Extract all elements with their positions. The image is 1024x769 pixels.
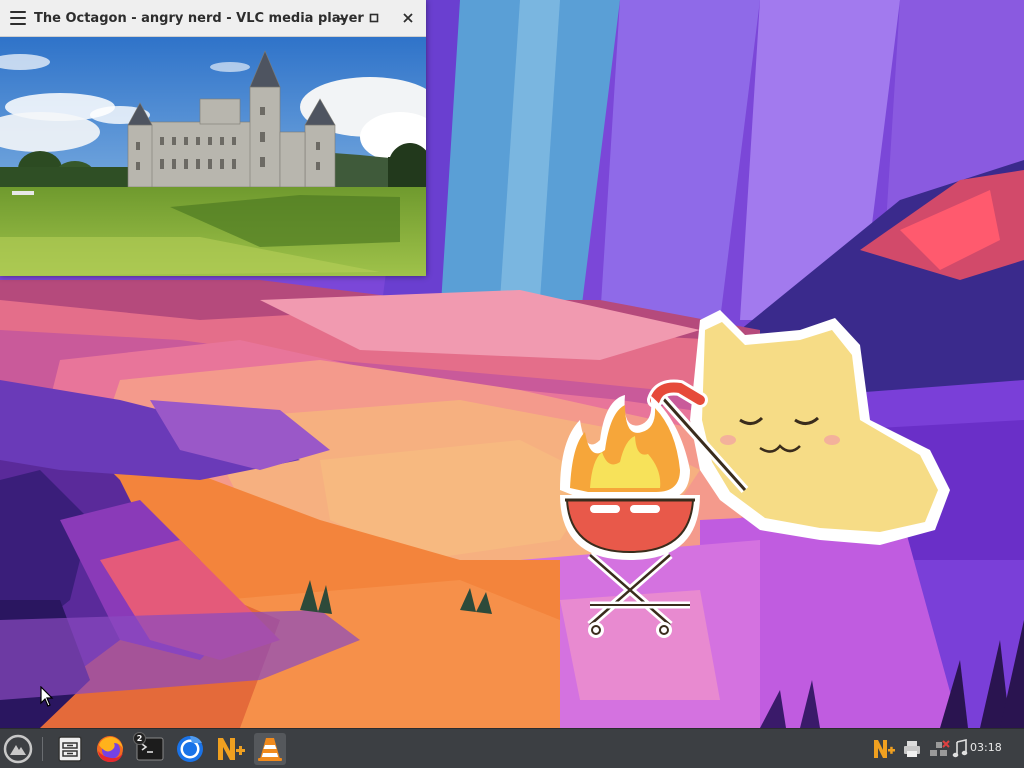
vlc-titlebar[interactable]: The Octagon - angry nerd - VLC media pla…: [0, 0, 426, 37]
network-disconnected-icon[interactable]: [928, 739, 950, 759]
vlc-button[interactable]: [254, 733, 286, 765]
close-button[interactable]: [398, 8, 418, 28]
file-manager-button[interactable]: [54, 733, 86, 765]
printer-icon[interactable]: [902, 739, 922, 759]
taskbar: 03:18: [0, 728, 1024, 768]
terminal-badge: 2: [133, 732, 146, 745]
vlc-cone-icon: [258, 738, 282, 761]
window-title: The Octagon - angry nerd - VLC media pla…: [34, 10, 364, 26]
maximize-button[interactable]: [364, 8, 384, 28]
mouse-cursor-icon: [40, 686, 54, 707]
hamburger-menu-icon[interactable]: [10, 11, 26, 25]
minimize-icon: [337, 18, 345, 20]
app-n-button[interactable]: [214, 733, 246, 765]
n-plus-tray-icon[interactable]: [872, 737, 896, 761]
music-note-icon[interactable]: [952, 739, 968, 759]
vlc-window[interactable]: The Octagon - angry nerd - VLC media pla…: [0, 0, 426, 276]
start-menu-button[interactable]: [2, 733, 34, 765]
distro-logo-icon: [3, 734, 33, 764]
n-plus-icon: [218, 738, 245, 760]
taskbar-separator: [42, 737, 43, 761]
firefox-button[interactable]: [94, 733, 126, 765]
video-frame[interactable]: [0, 37, 426, 276]
close-icon: [403, 13, 413, 23]
clock[interactable]: 03:18: [970, 741, 1002, 754]
chromium-button[interactable]: [174, 733, 206, 765]
maximize-icon: [369, 13, 379, 23]
file-manager-icon: [58, 736, 82, 762]
firefox-icon: [97, 736, 123, 762]
chromium-icon: [177, 735, 203, 762]
desktop[interactable]: The Octagon - angry nerd - VLC media pla…: [0, 0, 1024, 728]
minimize-button[interactable]: [331, 8, 351, 28]
